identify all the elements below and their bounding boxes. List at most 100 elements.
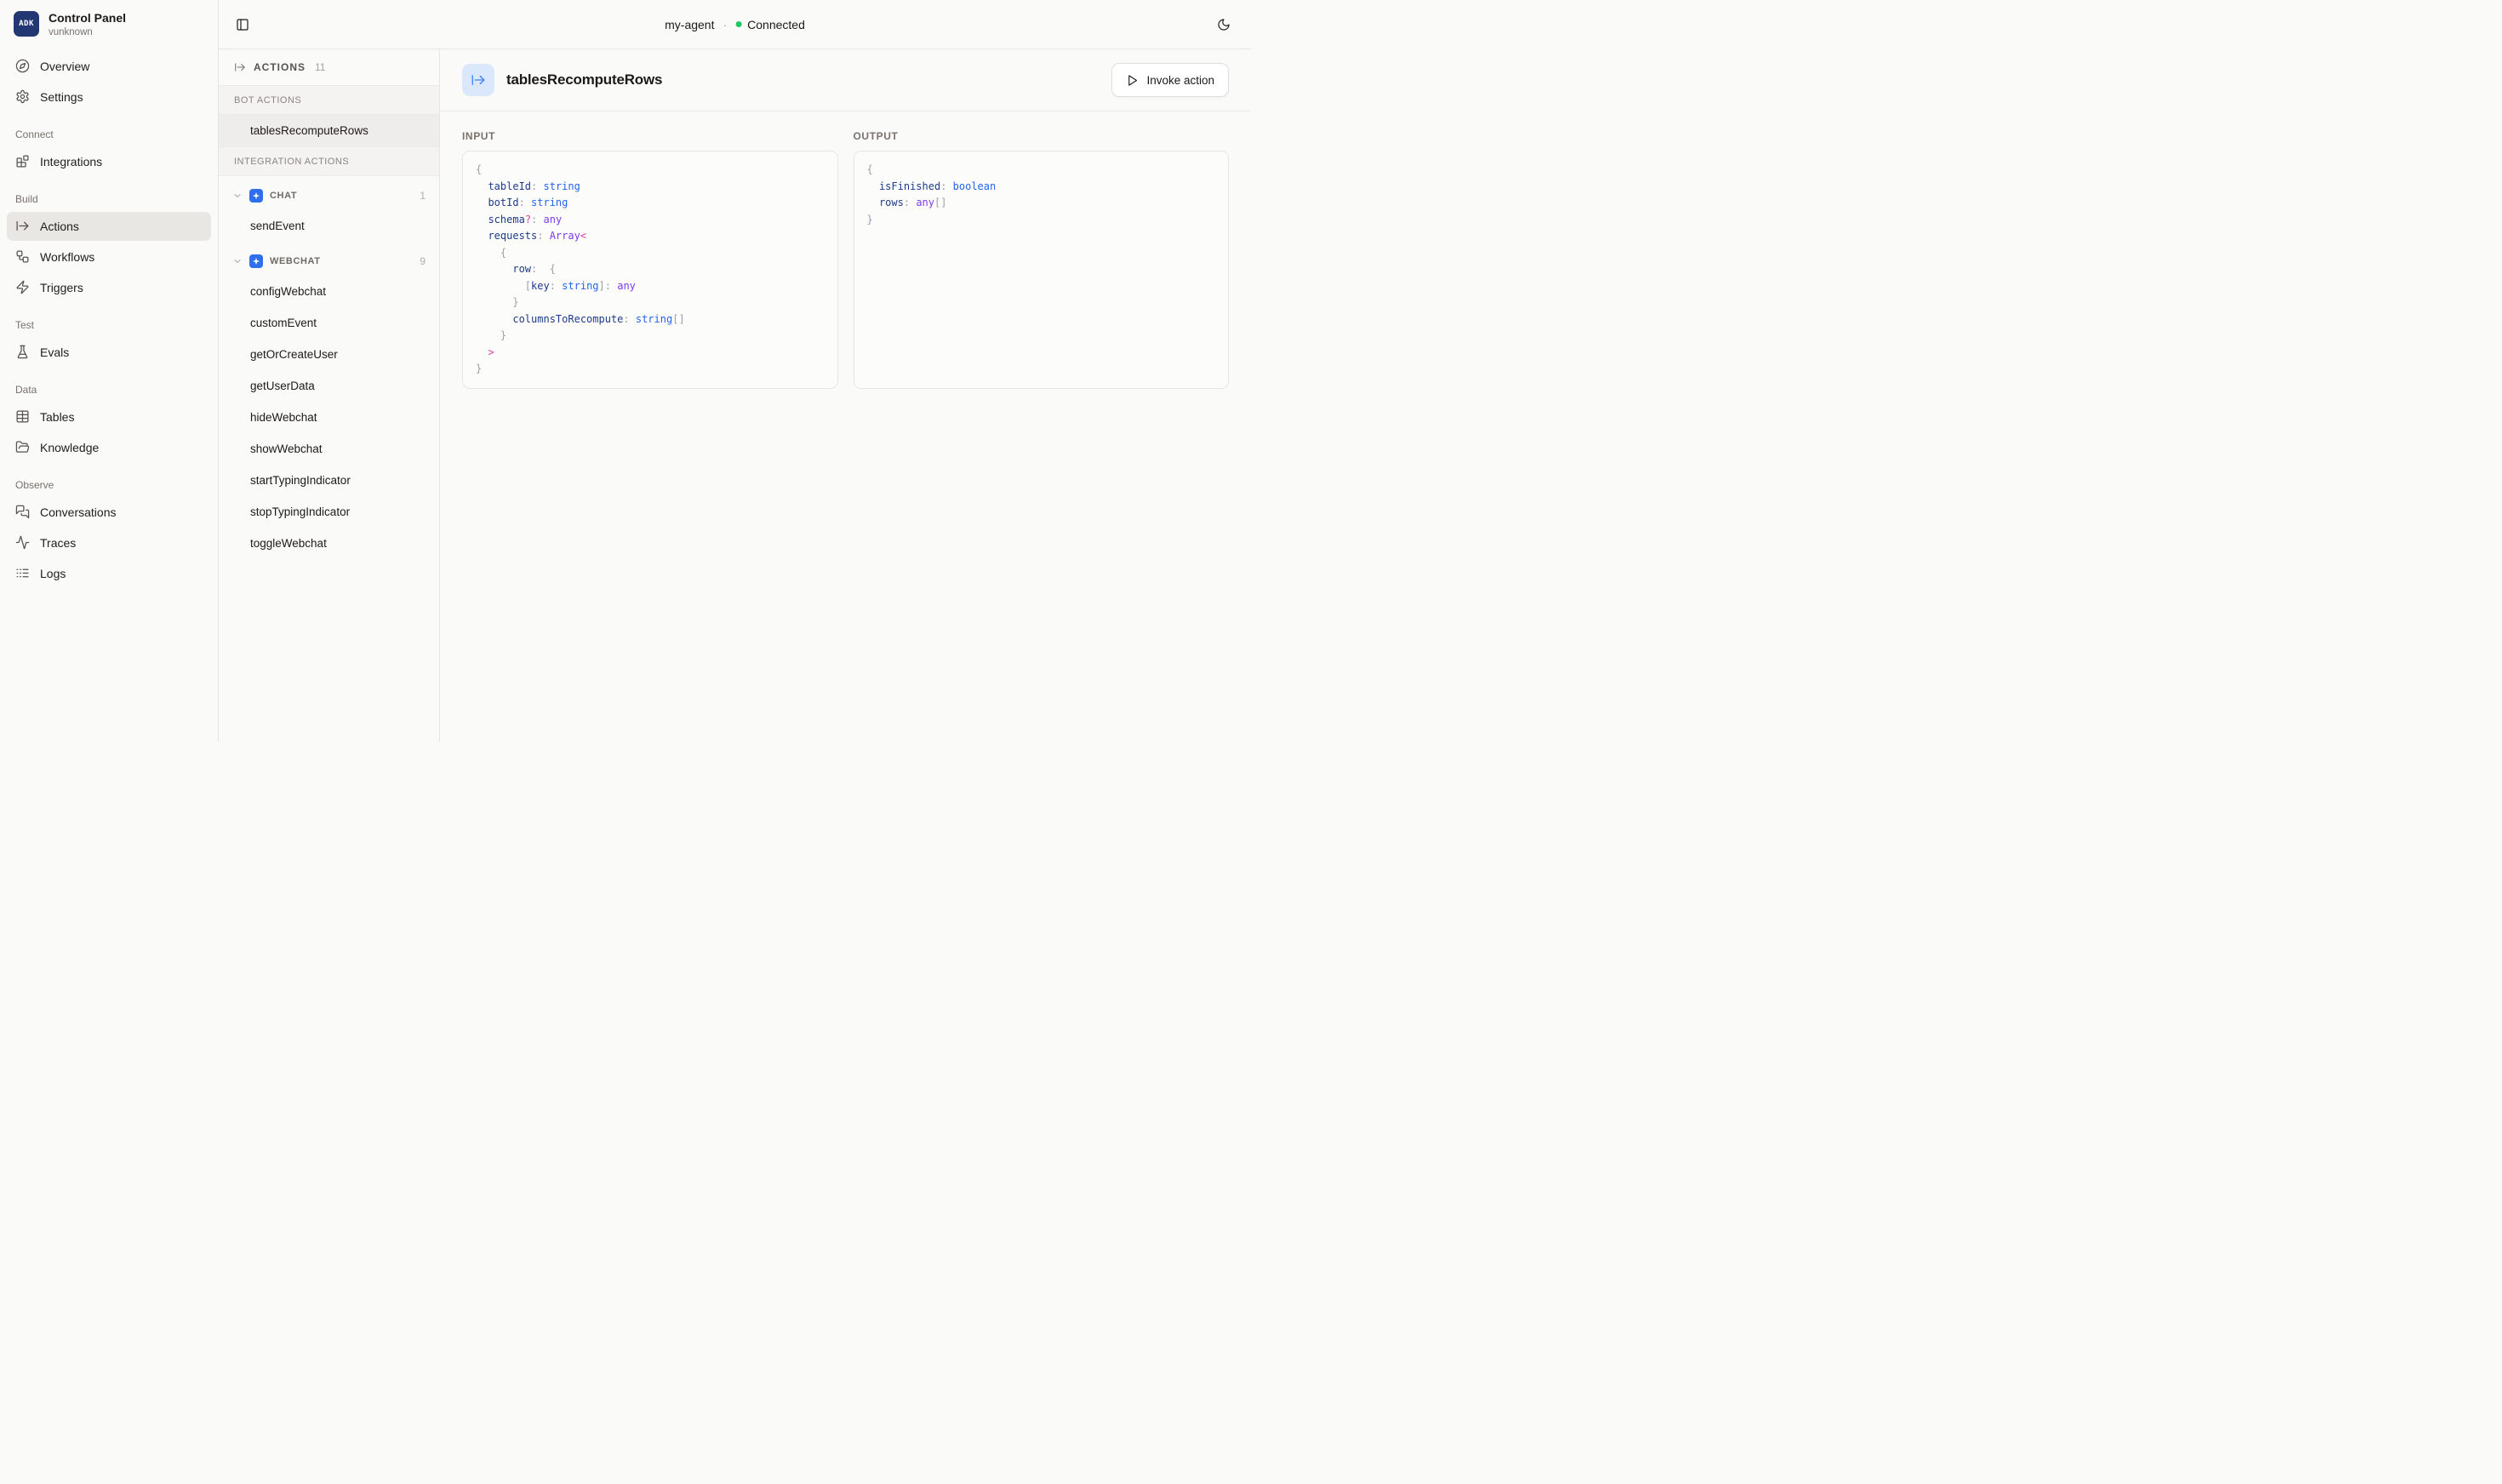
sidebar-item-label: Triggers — [40, 281, 83, 294]
connected-status-dot — [735, 21, 741, 27]
actions-count: 11 — [315, 61, 325, 73]
table-icon — [15, 409, 30, 424]
group-name: CHAT — [270, 191, 297, 201]
chevron-down-icon — [232, 191, 243, 201]
sidebar-section-label: Data — [7, 384, 211, 396]
app-root: ADK Control Panel vunknown Overview Setti… — [0, 0, 1251, 742]
zap-icon — [15, 280, 30, 294]
sidebar-item-label: Logs — [40, 567, 66, 580]
sidebar-nav: Overview Settings Connect Integrations Build… — [0, 49, 218, 593]
workflow-icon — [15, 249, 30, 264]
sidebar-item-label: Overview — [40, 60, 89, 73]
actions-section-label: INTEGRATION ACTIONS — [219, 146, 439, 176]
action-item-showwebchat[interactable]: showWebchat — [219, 433, 439, 465]
sidebar-item-label: Evals — [40, 345, 69, 359]
play-icon — [1126, 74, 1139, 87]
folder-icon — [15, 440, 30, 454]
compass-icon — [15, 59, 30, 73]
sidebar-section-label: Connect — [7, 128, 211, 140]
actions-panel-header: ACTIONS 11 — [219, 49, 439, 85]
action-item-starttypingindicator[interactable]: startTypingIndicator — [219, 465, 439, 496]
action-item-stoptypingindicator[interactable]: stopTypingIndicator — [219, 496, 439, 528]
invoke-action-label: Invoke action — [1146, 74, 1214, 87]
logs-icon — [15, 566, 30, 580]
panel-toggle-button[interactable] — [231, 13, 254, 37]
sidebar-item-label: Conversations — [40, 505, 117, 519]
sidebar-header: ADK Control Panel vunknown — [0, 0, 218, 49]
main-content: tablesRecomputeRows Invoke action INPUT … — [440, 49, 1251, 742]
action-item-sendevent[interactable]: sendEvent — [219, 210, 439, 242]
chevron-down-icon — [232, 256, 243, 266]
actions-icon — [234, 61, 246, 73]
sidebar-item-conversations[interactable]: Conversations — [7, 498, 211, 527]
app-version: vunknown — [49, 27, 126, 37]
action-item-getorcreateuser[interactable]: getOrCreateUser — [219, 339, 439, 370]
sidebar-item-label: Knowledge — [40, 441, 99, 454]
action-icon-tile — [462, 64, 494, 96]
sidebar-item-actions[interactable]: Actions — [7, 212, 211, 241]
action-group-chat[interactable]: CHAT 1 — [219, 181, 439, 210]
action-item-tablesrecomputerows[interactable]: tablesRecomputeRows — [219, 115, 439, 146]
moon-icon — [1217, 18, 1231, 31]
input-schema-code: { tableId: string botId: string schema?:… — [462, 151, 838, 389]
sidebar-item-tables[interactable]: Tables — [7, 402, 211, 431]
chat-integration-icon — [249, 189, 263, 203]
topbar: my-agent · Connected — [219, 0, 1251, 49]
sidebar-item-label: Tables — [40, 410, 74, 424]
action-group-webchat[interactable]: WEBCHAT9 — [219, 247, 439, 276]
invoke-action-button[interactable]: Invoke action — [1111, 63, 1229, 97]
action-detail-header: tablesRecomputeRows Invoke action — [440, 49, 1251, 111]
adk-logo: ADK — [14, 11, 39, 37]
sidebar-section-label: Test — [7, 319, 211, 331]
adk-logo-text: ADK — [19, 20, 34, 28]
actions-list: BOT ACTIONStablesRecomputeRowsINTEGRATIO… — [219, 85, 439, 559]
arrow-right-from-line-icon — [471, 72, 486, 88]
sidebar-item-logs[interactable]: Logs — [7, 559, 211, 588]
sidebar-item-triggers[interactable]: Triggers — [7, 273, 211, 302]
sidebar-item-label: Traces — [40, 536, 76, 550]
webchat-integration-icon — [249, 254, 263, 268]
sidebar-item-label: Settings — [40, 90, 83, 104]
action-item-togglewebchat[interactable]: toggleWebchat — [219, 528, 439, 559]
input-label: INPUT — [462, 130, 838, 142]
sidebar-item-settings[interactable]: Settings — [7, 83, 211, 111]
sidebar-item-label: Integrations — [40, 155, 102, 168]
schema-grid: INPUT { tableId: string botId: string sc… — [440, 111, 1251, 408]
gear-icon — [15, 89, 30, 104]
actions-panel-title: ACTIONS — [254, 61, 306, 73]
actions-panel: ACTIONS 11 BOT ACTIONStablesRecomputeRow… — [219, 49, 440, 742]
action-item-customevent[interactable]: customEvent — [219, 307, 439, 339]
sidebar-item-traces[interactable]: Traces — [7, 528, 211, 557]
arrow-right-from-line-icon — [15, 219, 30, 233]
sidebar-item-evals[interactable]: Evals — [7, 338, 211, 367]
panel-left-icon — [236, 18, 249, 31]
input-column: INPUT { tableId: string botId: string sc… — [462, 130, 838, 389]
content-row: ACTIONS 11 BOT ACTIONStablesRecomputeRow… — [219, 49, 1251, 742]
theme-toggle-button[interactable] — [1212, 13, 1236, 37]
sidebar-item-overview[interactable]: Overview — [7, 52, 211, 81]
chat-icon — [15, 505, 30, 519]
activity-icon — [15, 535, 30, 550]
sidebar-section-label: Build — [7, 193, 211, 205]
sidebar-item-integrations[interactable]: Integrations — [7, 147, 211, 176]
sidebar-section-label: Observe — [7, 479, 211, 491]
group-count: 1 — [420, 190, 426, 202]
output-schema-code: { isFinished: boolean rows: any[]} — [854, 151, 1230, 389]
app-title: Control Panel — [49, 11, 126, 26]
flask-icon — [15, 345, 30, 359]
sidebar-item-knowledge[interactable]: Knowledge — [7, 433, 211, 462]
action-item-configwebchat[interactable]: configWebchat — [219, 276, 439, 307]
agent-name: my-agent — [665, 18, 714, 31]
actions-section-label: BOT ACTIONS — [219, 85, 439, 115]
right-area: my-agent · Connected ACTIONS 11 BOT ACTI… — [219, 0, 1251, 742]
sidebar-item-workflows[interactable]: Workflows — [7, 243, 211, 271]
blocks-icon — [15, 154, 30, 168]
action-item-hidewebchat[interactable]: hideWebchat — [219, 402, 439, 433]
connection-status: Connected — [747, 18, 805, 31]
action-title: tablesRecomputeRows — [506, 71, 662, 88]
output-label: OUTPUT — [854, 130, 1230, 142]
action-item-getuserdata[interactable]: getUserData — [219, 370, 439, 402]
group-name: WEBCHAT — [270, 256, 321, 266]
agent-status: my-agent · Connected — [665, 18, 805, 31]
output-column: OUTPUT { isFinished: boolean rows: any[]… — [854, 130, 1230, 389]
